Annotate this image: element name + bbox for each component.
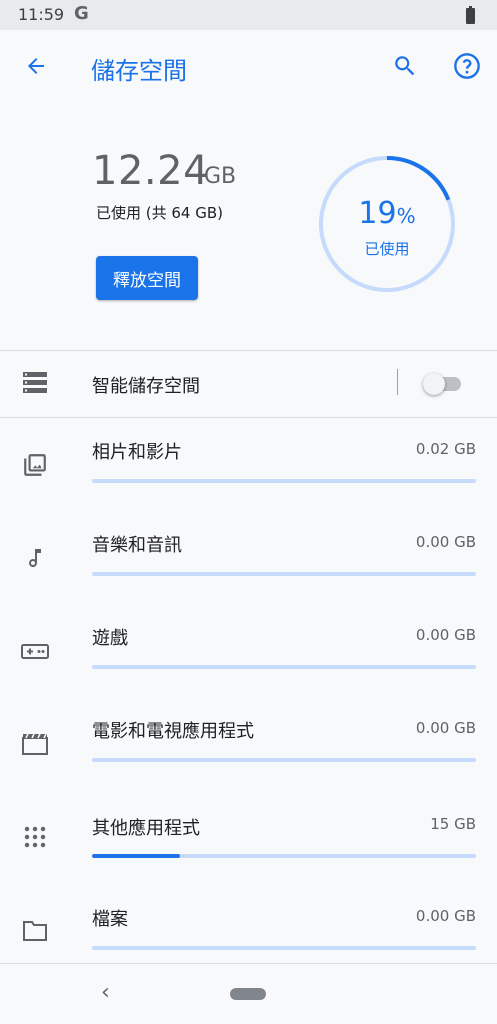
storage-icon <box>23 372 47 393</box>
search-button[interactable] <box>385 46 425 86</box>
category-name: 其他應用程式 <box>92 818 200 839</box>
category-usage-bar <box>92 854 476 858</box>
toggle-separator <box>397 369 398 395</box>
back-button[interactable] <box>16 46 56 86</box>
battery-icon <box>466 6 475 24</box>
help-button[interactable] <box>447 46 487 86</box>
category-size: 15 GB <box>430 815 476 833</box>
category-row-other-apps[interactable]: 其他應用程式 15 GB <box>0 790 497 883</box>
arrow-back-icon <box>28 58 44 74</box>
usage-percent-value: 19 <box>358 196 397 231</box>
free-up-space-button[interactable]: 釋放空間 <box>96 256 198 300</box>
status-bar: 11:59 G <box>0 0 497 30</box>
toggle-thumb <box>423 373 445 395</box>
nav-back-button[interactable]: ‹ <box>101 980 110 1005</box>
folder-icon <box>20 916 50 946</box>
category-size: 0.00 GB <box>415 626 476 644</box>
category-name: 電影和電視應用程式 <box>92 721 254 742</box>
help-icon <box>454 53 480 79</box>
gamepad-icon <box>20 636 50 666</box>
category-size: 0.00 GB <box>415 907 476 925</box>
category-row-movies[interactable]: 電影和電視應用程式 0.00 GB <box>0 697 497 790</box>
category-usage-bar <box>92 572 476 576</box>
used-storage-unit: GB <box>204 164 237 189</box>
category-name: 音樂和音訊 <box>92 535 182 556</box>
photo-icon <box>20 450 50 480</box>
usage-percent: 19% <box>317 196 457 231</box>
category-usage-bar <box>92 946 476 950</box>
category-usage-bar <box>92 758 476 762</box>
page-title: 儲存空間 <box>91 57 187 85</box>
smart-storage-toggle[interactable] <box>423 372 463 395</box>
category-row-music[interactable]: 音樂和音訊 0.00 GB <box>0 511 497 604</box>
category-usage-bar <box>92 479 476 483</box>
category-size: 0.00 GB <box>415 719 476 737</box>
category-size: 0.02 GB <box>415 440 476 458</box>
used-of-total-label: 已使用 (共 64 GB) <box>96 204 224 222</box>
apps-grid-icon <box>20 822 50 852</box>
category-row-photos[interactable]: 相片和影片 0.02 GB <box>0 418 497 511</box>
movie-icon <box>20 729 50 759</box>
smart-storage-label: 智能儲存空間 <box>92 376 200 397</box>
nav-home-pill[interactable] <box>230 988 266 1000</box>
category-usage-fill <box>92 854 181 858</box>
category-row-games[interactable]: 遊戲 0.00 GB <box>0 604 497 697</box>
status-time: 11:59 <box>18 5 65 24</box>
used-storage-value: 12.24 <box>92 148 210 194</box>
google-g-icon: G <box>74 3 89 24</box>
search-icon <box>395 56 415 76</box>
category-usage-bar <box>92 665 476 669</box>
music-note-icon <box>20 543 50 573</box>
category-size: 0.00 GB <box>415 533 476 551</box>
category-name: 相片和影片 <box>92 442 182 463</box>
usage-percent-sign: % <box>396 204 416 228</box>
usage-percent-label: 已使用 <box>364 240 410 258</box>
category-name: 檔案 <box>92 909 128 930</box>
category-name: 遊戲 <box>92 628 128 649</box>
